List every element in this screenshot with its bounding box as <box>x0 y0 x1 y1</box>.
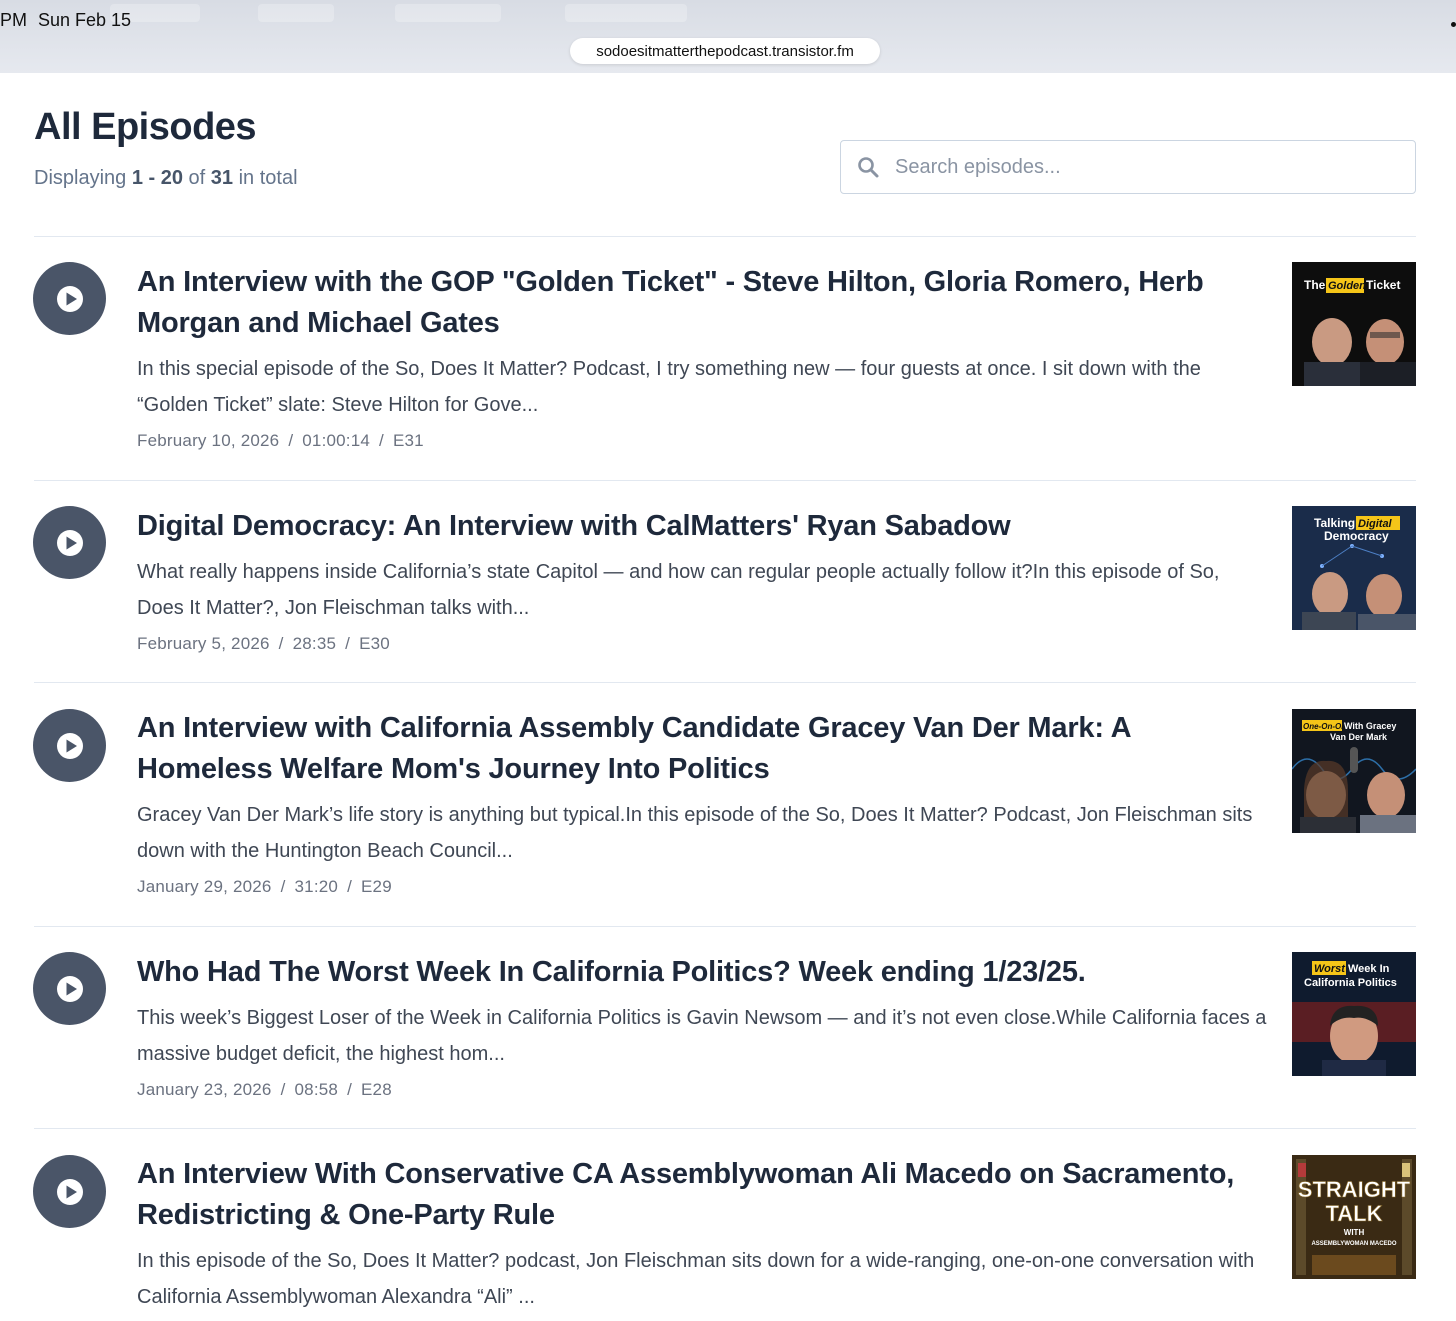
play-icon <box>56 732 83 759</box>
url-bar[interactable]: sodoesitmatterthepodcast.transistor.fm <box>570 38 880 64</box>
thumb-text: Talking <box>1314 516 1355 530</box>
episode-description: In this special episode of the So, Does … <box>137 358 1201 416</box>
episode-date: January 29, 2026 <box>137 877 272 896</box>
episode-title[interactable]: Who Had The Worst Week In California Pol… <box>137 952 1267 993</box>
divider <box>34 1128 1416 1129</box>
episode-date: January 23, 2026 <box>137 1080 272 1099</box>
episode-number: E30 <box>359 634 390 653</box>
play-button[interactable] <box>33 952 106 1025</box>
blurred-nav-item <box>258 4 334 22</box>
thumb-text: Week In <box>1348 963 1390 975</box>
episode-thumbnail[interactable]: Talking Digital Democracy <box>1292 506 1416 630</box>
episode-date: February 10, 2026 <box>137 431 280 450</box>
play-button[interactable] <box>33 506 106 579</box>
display-prefix: Displaying <box>34 167 127 189</box>
blurred-nav-item <box>565 4 687 22</box>
episode-number: E29 <box>361 877 392 896</box>
episode-title[interactable]: An Interview With Conservative CA Assemb… <box>137 1154 1267 1236</box>
search-box[interactable] <box>840 140 1416 194</box>
thumb-text: The <box>1304 278 1326 292</box>
display-range: 1 - 20 <box>131 167 183 189</box>
episode-date: February 5, 2026 <box>137 634 270 653</box>
episode-duration: 01:00:14 <box>302 431 371 450</box>
play-button[interactable] <box>33 1155 106 1228</box>
episode-thumbnail[interactable]: One-On-One With Gracey Van Der Mark <box>1292 709 1416 833</box>
play-button[interactable] <box>33 709 106 782</box>
divider <box>34 480 1416 481</box>
divider <box>34 926 1416 927</box>
episode-title[interactable]: Digital Democracy: An Interview with Cal… <box>137 506 1267 547</box>
browser-top-bar: PM Sun Feb 15 sodoesitmatterthepodcast.t… <box>0 0 1456 73</box>
play-icon <box>56 1178 83 1205</box>
episode-meta: January 29, 2026/31:20/E29 <box>137 877 392 896</box>
play-icon <box>56 975 83 1002</box>
status-indicator <box>1451 22 1456 27</box>
display-of: of <box>188 167 206 189</box>
episode-meta: February 5, 2026/28:35/E30 <box>137 634 390 653</box>
play-icon <box>56 285 83 312</box>
episode-description: In this episode of the So, Does It Matte… <box>137 1250 1255 1308</box>
play-button[interactable] <box>33 262 106 335</box>
episode-description: What really happens inside California’s … <box>137 561 1220 619</box>
display-total: 31 <box>210 167 234 189</box>
episode-meta: February 10, 2026/01:00:14/E31 <box>137 431 424 450</box>
thumb-text: ASSEMBLYWOMAN MACEDO <box>1311 1241 1396 1247</box>
search-icon <box>841 140 895 194</box>
search-input[interactable] <box>895 155 1395 179</box>
thumb-text: Ticket <box>1366 278 1400 292</box>
blurred-nav-item <box>395 4 501 22</box>
episode-thumbnail[interactable]: Worst Week In California Politics <box>1292 952 1416 1076</box>
episode-title[interactable]: An Interview with California Assembly Ca… <box>137 708 1267 790</box>
episode-thumbnail[interactable]: STRAIGHT TALK WITH ASSEMBLYWOMAN MACEDO <box>1292 1155 1416 1279</box>
thumb-text: TALK <box>1325 1201 1382 1226</box>
thumb-text: California Politics <box>1304 977 1397 989</box>
episode-number: E28 <box>361 1080 392 1099</box>
episode-duration: 31:20 <box>294 877 339 896</box>
thumb-text: Worst <box>1314 963 1346 975</box>
episode-thumbnail[interactable]: The Golden Ticket <box>1292 262 1416 386</box>
divider <box>34 682 1416 683</box>
page-title: All Episodes <box>34 106 257 148</box>
episode-duration: 08:58 <box>294 1080 339 1099</box>
divider <box>34 236 1416 237</box>
thumb-text: Van Der Mark <box>1330 732 1388 742</box>
episode-duration: 28:35 <box>292 634 337 653</box>
display-count: Displaying 1 - 20 of 31 in total <box>34 167 298 190</box>
thumb-text: With Gracey <box>1344 721 1396 731</box>
play-icon <box>56 529 83 556</box>
display-suffix: in total <box>238 167 298 189</box>
episode-description: This week’s Biggest Loser of the Week in… <box>137 1007 1267 1065</box>
thumb-text: Democracy <box>1324 529 1389 543</box>
episode-meta: January 23, 2026/08:58/E28 <box>137 1080 392 1099</box>
thumb-text: Golden <box>1328 280 1366 292</box>
status-time: PM <box>0 10 27 30</box>
episode-number: E31 <box>392 431 424 450</box>
thumb-text: WITH <box>1344 1228 1365 1237</box>
episode-title[interactable]: An Interview with the GOP "Golden Ticket… <box>137 262 1267 344</box>
status-date: Sun Feb 15 <box>38 10 132 30</box>
thumb-text: STRAIGHT <box>1298 1177 1411 1202</box>
episode-description: Gracey Van Der Mark’s life story is anyt… <box>137 804 1253 862</box>
